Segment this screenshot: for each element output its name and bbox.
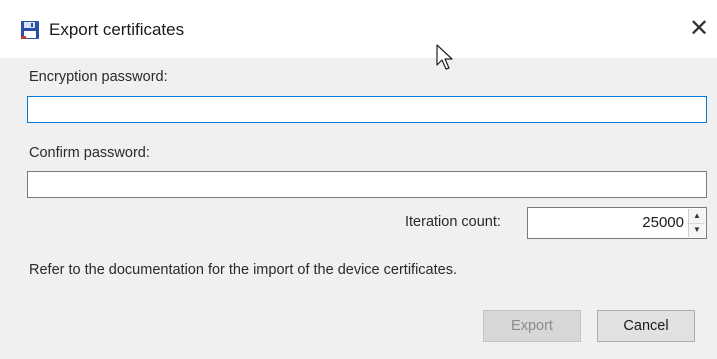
stepper-down-icon[interactable]: ▼ <box>689 223 705 237</box>
export-button[interactable]: Export <box>483 310 581 342</box>
iteration-count-stepper[interactable]: 25000 ▲ ▼ <box>527 207 707 239</box>
cancel-button[interactable]: Cancel <box>597 310 695 342</box>
encryption-password-label: Encryption password: <box>29 69 168 85</box>
iteration-count-label: Iteration count: <box>405 214 501 230</box>
info-text: Refer to the documentation for the impor… <box>29 262 457 278</box>
iteration-count-value[interactable]: 25000 <box>642 214 684 231</box>
save-disk-icon <box>21 21 39 39</box>
mouse-cursor-icon <box>436 44 453 70</box>
stepper-up-icon[interactable]: ▲ <box>689 209 705 224</box>
title-bar: Export certificates ✕ <box>0 0 717 58</box>
encryption-password-input[interactable] <box>27 96 707 123</box>
stepper-arrows: ▲ ▼ <box>688 209 705 237</box>
export-certificates-dialog: Export certificates ✕ Encryption passwor… <box>0 0 717 359</box>
confirm-password-input[interactable] <box>27 171 707 198</box>
dialog-title: Export certificates <box>49 20 185 39</box>
close-button[interactable]: ✕ <box>684 12 714 46</box>
confirm-password-label: Confirm password: <box>29 145 150 161</box>
